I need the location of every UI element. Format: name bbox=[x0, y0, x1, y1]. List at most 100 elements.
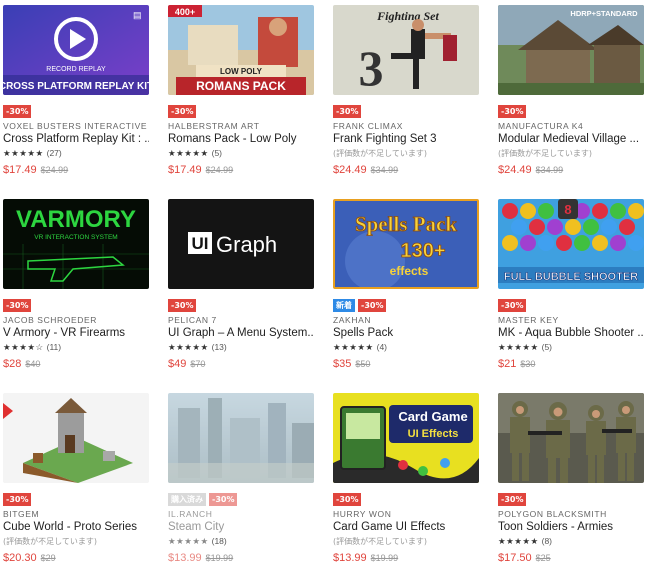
asset-thumbnail[interactable]: 400+ LOW POLY ROMANS PACK bbox=[168, 5, 314, 95]
discount-badge: -30% bbox=[333, 493, 362, 506]
rating: ★★★★★ (8) bbox=[498, 536, 644, 548]
thumb-sub: VR INTERACTION SYSTEM bbox=[34, 234, 117, 241]
price: $24.49 $34.99 bbox=[498, 164, 644, 176]
asset-card[interactable]: Spells Pack 130+ effects 新着 -30% ZAKHAN … bbox=[333, 199, 479, 370]
discount-badge: -30% bbox=[168, 105, 197, 118]
discount-badge: -30% bbox=[333, 105, 362, 118]
asset-thumbnail[interactable]: Fighting Set 3 bbox=[333, 5, 479, 95]
publisher-name[interactable]: POLYGON BLACKSMITH bbox=[498, 509, 644, 519]
sale-price: $24.49 bbox=[333, 164, 367, 176]
thumb-text: Card Game bbox=[398, 409, 467, 424]
asset-card[interactable]: 400+ LOW POLY ROMANS PACK -30% HALBERSTR… bbox=[168, 5, 314, 176]
rating: ★★★★☆ (11) bbox=[3, 342, 149, 354]
price: $13.99 $19.99 bbox=[168, 552, 314, 564]
original-price: $29 bbox=[40, 553, 56, 563]
rating-count: (5) bbox=[211, 148, 222, 158]
asset-title[interactable]: Frank Fighting Set 3 bbox=[333, 133, 479, 145]
thumb-sub: UI Effects bbox=[408, 428, 459, 440]
star-rating: ★★★★★ bbox=[168, 343, 209, 353]
discount-badge: -30% bbox=[3, 493, 32, 506]
discount-badge: -30% bbox=[168, 299, 197, 312]
original-price: $34.99 bbox=[535, 165, 564, 175]
no-rating-text: (評価数が不足しています) bbox=[333, 537, 428, 546]
rating: (評価数が不足しています) bbox=[498, 148, 644, 160]
asset-title[interactable]: UI Graph – A Menu System... bbox=[168, 327, 314, 339]
price: $17.49 $24.99 bbox=[168, 164, 314, 176]
star-rating: ★★★★☆ bbox=[3, 343, 44, 353]
price: $13.99 $19.99 bbox=[333, 552, 479, 564]
asset-thumbnail[interactable]: 8 FULL BUBBLE SHOOTER bbox=[498, 199, 644, 289]
asset-thumbnail[interactable] bbox=[498, 393, 644, 483]
asset-card[interactable]: VARMORY VR INTERACTION SYSTEM -30% JACOB… bbox=[3, 199, 149, 370]
rating-count: (8) bbox=[541, 536, 552, 546]
thumb-text: CROSS PLATFORM REPLAY KIT bbox=[3, 81, 149, 92]
asset-title[interactable]: Romans Pack - Low Poly bbox=[168, 133, 314, 145]
publisher-name[interactable]: FRANK CLIMAX bbox=[333, 121, 479, 131]
asset-title[interactable]: MK - Aqua Bubble Shooter ... bbox=[498, 327, 644, 339]
thumb-sub: UI bbox=[192, 234, 209, 253]
thumb-text: VARMORY bbox=[16, 206, 136, 233]
asset-card[interactable]: HDRP+STANDARD -30% MANUFACTURA K4 Modula… bbox=[498, 5, 644, 176]
publisher-name[interactable]: BITGEM bbox=[3, 509, 149, 519]
thumb-text: HDRP+STANDARD bbox=[570, 9, 638, 18]
publisher-name[interactable]: MASTER KEY bbox=[498, 315, 644, 325]
asset-title[interactable]: Toon Soldiers - Armies bbox=[498, 521, 644, 533]
sale-price: $35 bbox=[333, 358, 352, 370]
price: $17.50 $25 bbox=[498, 552, 644, 564]
original-price: $34.99 bbox=[370, 165, 399, 175]
asset-title[interactable]: Modular Medieval Village ... bbox=[498, 133, 644, 145]
discount-badge: -30% bbox=[498, 105, 527, 118]
sale-price: $20.30 bbox=[3, 552, 37, 564]
asset-card[interactable]: RECORD REPLAY CROSS PLATFORM REPLAY KIT … bbox=[3, 5, 149, 176]
star-rating: ★★★★★ bbox=[168, 537, 209, 547]
thumb-text: Spells Pack bbox=[355, 212, 457, 236]
publisher-name[interactable]: PELICAN 7 bbox=[168, 315, 314, 325]
asset-title[interactable]: Spells Pack bbox=[333, 327, 479, 339]
publisher-name[interactable]: ZAKHAN bbox=[333, 315, 479, 325]
new-badge: 新着 bbox=[333, 299, 355, 312]
rating: (評価数が不足しています) bbox=[333, 148, 479, 160]
thumb-text: FULL BUBBLE SHOOTER bbox=[504, 271, 638, 283]
asset-thumbnail[interactable]: Card Game UI Effects bbox=[333, 393, 479, 483]
no-rating-text: (評価数が不足しています) bbox=[498, 149, 593, 158]
asset-thumbnail[interactable]: VARMORY VR INTERACTION SYSTEM bbox=[3, 199, 149, 289]
asset-title[interactable]: Card Game UI Effects bbox=[333, 521, 479, 533]
sale-price: $17.49 bbox=[168, 164, 202, 176]
publisher-name[interactable]: MANUFACTURA K4 bbox=[498, 121, 644, 131]
asset-title[interactable]: Steam City bbox=[168, 521, 314, 533]
rating-count: (18) bbox=[211, 536, 227, 546]
asset-grid: RECORD REPLAY CROSS PLATFORM REPLAY KIT … bbox=[0, 0, 647, 575]
discount-badge: -30% bbox=[3, 105, 32, 118]
asset-thumbnail[interactable]: RECORD REPLAY CROSS PLATFORM REPLAY KIT … bbox=[3, 5, 149, 95]
rating-count: (13) bbox=[211, 342, 227, 352]
original-price: $70 bbox=[190, 359, 206, 369]
asset-card[interactable]: -30% POLYGON BLACKSMITH Toon Soldiers - … bbox=[498, 393, 644, 564]
asset-title[interactable]: Cross Platform Replay Kit : ... bbox=[3, 133, 149, 145]
publisher-name[interactable]: HALBERSTRAM ART bbox=[168, 121, 314, 131]
asset-thumbnail[interactable]: HDRP+STANDARD bbox=[498, 5, 644, 95]
asset-thumbnail[interactable] bbox=[3, 393, 149, 483]
asset-card[interactable]: -30% BITGEM Cube World - Proto Series (評… bbox=[3, 393, 149, 564]
publisher-name[interactable]: HURRY WON bbox=[333, 509, 479, 519]
asset-thumbnail[interactable]: UI Graph bbox=[168, 199, 314, 289]
publisher-name[interactable]: JACOB SCHROEDER bbox=[3, 315, 149, 325]
asset-card[interactable]: Fighting Set 3 -30% FRANK CLIMAX Frank F… bbox=[333, 5, 479, 176]
asset-title[interactable]: V Armory - VR Firearms bbox=[3, 327, 149, 339]
asset-thumbnail[interactable] bbox=[168, 393, 314, 483]
asset-card[interactable]: Card Game UI Effects -30% HURRY WON Card… bbox=[333, 393, 479, 564]
thumb-text: ROMANS PACK bbox=[196, 79, 286, 93]
rating-count: (27) bbox=[46, 148, 62, 158]
star-rating: ★★★★★ bbox=[498, 343, 539, 353]
asset-card[interactable]: UI Graph -30% PELICAN 7 UI Graph – A Men… bbox=[168, 199, 314, 370]
asset-card[interactable]: 8 FULL BUBBLE SHOOTER -30% MASTER KEY MK… bbox=[498, 199, 644, 370]
discount-badge: -30% bbox=[358, 299, 387, 312]
asset-title[interactable]: Cube World - Proto Series bbox=[3, 521, 149, 533]
rating: ★★★★★ (13) bbox=[168, 342, 314, 354]
original-price: $24.99 bbox=[40, 165, 69, 175]
asset-card[interactable]: 購入済み -30% IL.RANCH Steam City ★★★★★ (18) … bbox=[168, 393, 314, 564]
discount-badge: -30% bbox=[498, 299, 527, 312]
original-price: $19.99 bbox=[370, 553, 399, 563]
publisher-name[interactable]: IL.RANCH bbox=[168, 509, 314, 519]
asset-thumbnail[interactable]: Spells Pack 130+ effects bbox=[333, 199, 479, 289]
publisher-name[interactable]: VOXEL BUSTERS INTERACTIVE bbox=[3, 121, 149, 131]
